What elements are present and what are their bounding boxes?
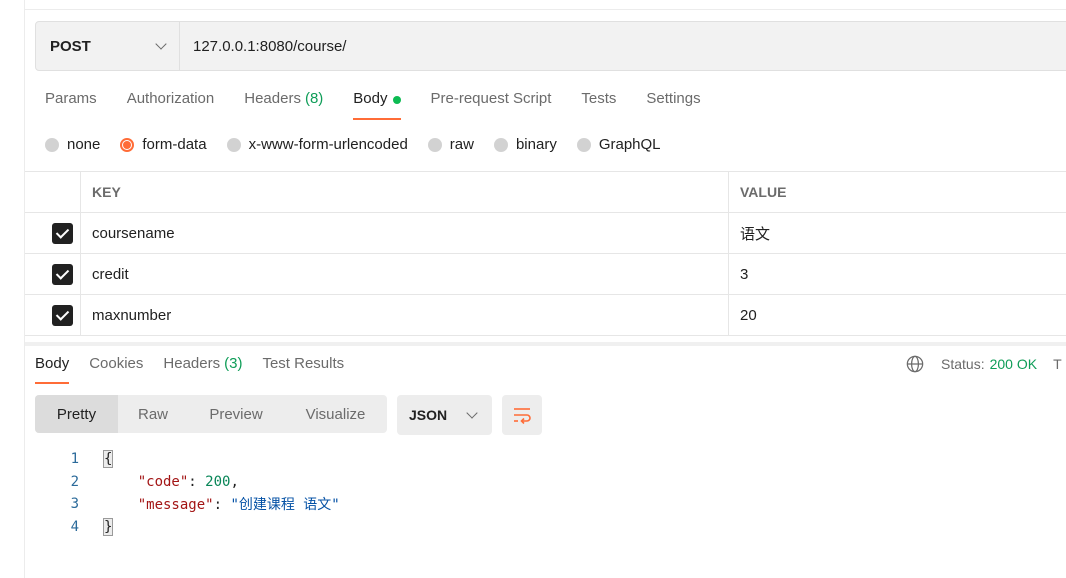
format-label: JSON [409, 407, 448, 423]
headers-count: (8) [304, 90, 324, 107]
tab-settings[interactable]: Settings [646, 90, 700, 120]
wrap-lines-icon [514, 408, 531, 424]
line-number: 1 [70, 451, 79, 468]
radio-raw[interactable]: raw [427, 136, 474, 153]
view-pretty-button[interactable]: Pretty [35, 395, 118, 433]
key-column-header: KEY [81, 172, 729, 212]
form-data-table: KEY VALUE coursename 语文 credit 3 maxnumb… [25, 171, 1066, 336]
value-cell[interactable]: 语文 [729, 213, 1066, 253]
wrap-lines-button[interactable] [502, 395, 542, 435]
tab-params[interactable]: Params [45, 90, 97, 120]
tab-headers[interactable]: Headers (8) [244, 90, 323, 120]
request-url-bar: POST [35, 21, 1066, 71]
radio-circle-icon [493, 137, 508, 152]
response-headers-count: (3) [224, 355, 243, 372]
method-select[interactable]: POST [36, 22, 180, 70]
pane-resize-handle[interactable] [25, 342, 1066, 346]
json-value-code: 200 [205, 473, 231, 490]
code-line: 2 "code": 200, [35, 471, 340, 494]
response-tab-body[interactable]: Body [35, 355, 70, 384]
globe-icon[interactable] [906, 355, 924, 373]
key-cell[interactable]: credit [81, 254, 729, 294]
row-checkbox[interactable] [52, 263, 73, 285]
view-mode-toggle: Pretty Raw Preview Visualize [35, 395, 387, 433]
view-preview-button[interactable]: Preview [188, 395, 284, 433]
tab-pre-request-script[interactable]: Pre-request Script [431, 90, 552, 120]
radio-graphql[interactable]: GraphQL [576, 136, 661, 153]
json-key-message: "message" [137, 497, 214, 514]
line-number: 4 [70, 518, 79, 535]
table-row: credit 3 [25, 254, 1066, 295]
radio-x-www-form-urlencoded[interactable]: x-www-form-urlencoded [226, 136, 408, 153]
url-input[interactable] [180, 22, 1066, 70]
body-type-options: none form-data x-www-form-urlencoded raw… [45, 136, 681, 153]
view-raw-button[interactable]: Raw [118, 395, 188, 433]
row-check-cell [25, 213, 81, 253]
radio-none[interactable]: none [45, 136, 100, 153]
header-check-cell [25, 172, 81, 212]
radio-selected-icon [120, 137, 135, 152]
request-tabs: Params Authorization Headers (8) Body Pre… [45, 90, 731, 120]
tab-body[interactable]: Body [353, 90, 401, 120]
method-label: POST [50, 37, 91, 55]
value-column-header: VALUE [740, 184, 787, 200]
json-key-code: "code" [137, 473, 189, 490]
row-checkbox[interactable] [52, 222, 73, 244]
value-cell[interactable]: 3 [729, 254, 1066, 294]
open-brace: { [102, 450, 114, 469]
response-tab-test-results[interactable]: Test Results [262, 355, 344, 384]
chevron-down-icon [466, 407, 478, 419]
tab-tests[interactable]: Tests [581, 90, 616, 120]
status-label: Status: [941, 356, 985, 372]
table-row: maxnumber 20 [25, 295, 1066, 336]
radio-circle-icon [576, 137, 591, 152]
radio-circle-icon [45, 137, 59, 152]
response-status: Status: 200 OK T [906, 355, 1062, 373]
json-value-message: "创建课程 语文" [230, 497, 340, 514]
radio-binary[interactable]: binary [493, 136, 557, 153]
radio-circle-icon [427, 137, 442, 152]
table-header-row: KEY VALUE [25, 172, 1066, 213]
tab-authorization[interactable]: Authorization [127, 90, 215, 120]
key-cell[interactable]: maxnumber [81, 295, 729, 335]
key-cell[interactable]: coursename [81, 213, 729, 253]
response-tabs: Body Cookies Headers (3) Test Results [35, 355, 364, 384]
chevron-down-icon [155, 38, 167, 50]
line-number: 2 [70, 473, 79, 490]
body-active-dot-icon [392, 96, 401, 104]
status-value[interactable]: 200 OK [990, 356, 1037, 372]
format-select[interactable]: JSON [397, 395, 492, 435]
close-brace: } [102, 517, 114, 536]
radio-circle-icon [226, 137, 241, 152]
row-check-cell [25, 295, 81, 335]
response-tab-headers[interactable]: Headers (3) [163, 355, 242, 384]
row-checkbox[interactable] [52, 304, 73, 326]
status-next-truncated: T [1053, 356, 1062, 372]
code-line: 4 } [35, 516, 340, 539]
line-number: 3 [70, 496, 79, 513]
value-cell[interactable]: 20 [729, 295, 1066, 335]
top-strip [25, 0, 1066, 10]
view-visualize-button[interactable]: Visualize [284, 395, 387, 433]
code-line: 1 { [35, 448, 340, 471]
response-body-editor[interactable]: 1 { 2 "code": 200, 3 "message": "创建课程 语文… [35, 448, 340, 538]
code-line: 3 "message": "创建课程 语文" [35, 493, 340, 516]
left-gutter [0, 0, 25, 578]
row-check-cell [25, 254, 81, 294]
table-row: coursename 语文 [25, 213, 1066, 254]
radio-form-data[interactable]: form-data [120, 136, 207, 153]
response-tab-cookies[interactable]: Cookies [89, 355, 143, 384]
